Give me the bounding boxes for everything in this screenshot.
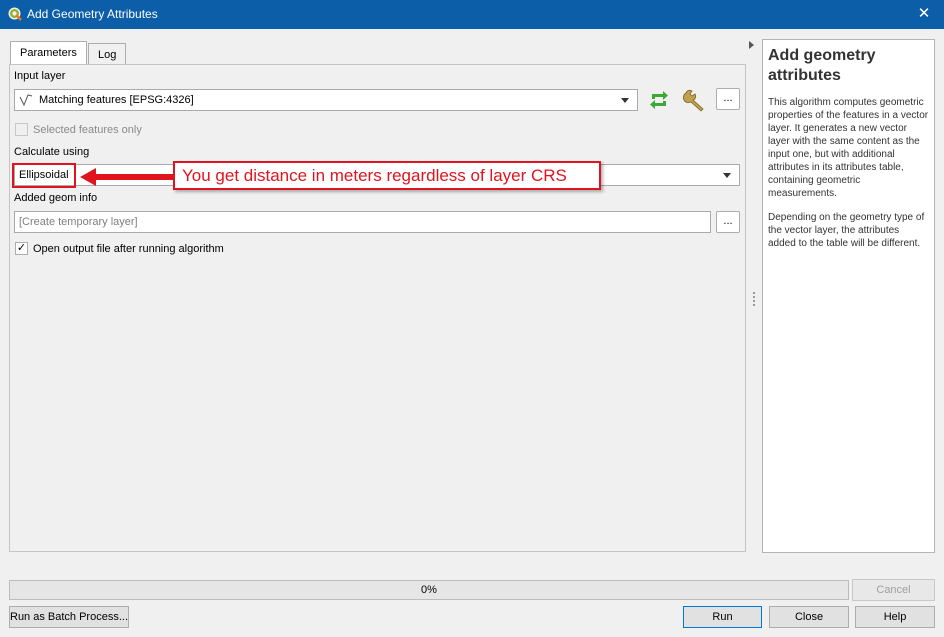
chevron-down-icon: [723, 173, 731, 178]
calculate-using-label: Calculate using: [14, 146, 90, 158]
help-title: Add geometry attributes: [768, 47, 876, 84]
input-layer-select[interactable]: Matching features [EPSG:4326]: [14, 89, 638, 111]
annotation-highlight-box: [12, 163, 76, 188]
open-output-checkbox[interactable]: ✓: [15, 242, 28, 255]
input-layer-options-button[interactable]: ...: [716, 88, 740, 110]
title-bar: Add Geometry Attributes ✕: [0, 0, 944, 29]
help-paragraph: Depending on the geometry type of the ve…: [768, 212, 925, 249]
selected-features-label: Selected features only: [33, 124, 142, 136]
window-title: Add Geometry Attributes: [27, 7, 158, 21]
splitter-handle[interactable]: [753, 292, 755, 306]
collapse-help-icon[interactable]: [749, 41, 754, 49]
open-output-label: Open output file after running algorithm: [33, 243, 224, 255]
help-paragraph: This algorithm computes geometric proper…: [768, 97, 929, 199]
annotation-arrow: [80, 168, 176, 186]
run-batch-button[interactable]: Run as Batch Process...: [9, 606, 129, 628]
help-button[interactable]: Help: [855, 606, 935, 628]
close-button[interactable]: Close: [769, 606, 849, 628]
tab-parameters[interactable]: Parameters: [10, 41, 87, 65]
progress-bar: 0%: [9, 580, 849, 600]
annotation-callout: You get distance in meters regardless of…: [173, 161, 601, 190]
output-layer-placeholder: [Create temporary layer]: [19, 216, 138, 228]
output-layer-input[interactable]: [Create temporary layer]: [14, 211, 711, 233]
added-geom-label: Added geom info: [14, 192, 98, 204]
refresh-icon[interactable]: [648, 90, 670, 110]
input-layer-value: Matching features [EPSG:4326]: [39, 94, 194, 106]
wrench-icon[interactable]: [683, 88, 709, 112]
input-layer-label: Input layer: [14, 70, 66, 82]
selected-features-checkbox[interactable]: [15, 123, 28, 136]
chevron-down-icon: [621, 98, 629, 103]
output-layer-options-button[interactable]: ...: [716, 211, 740, 233]
run-button[interactable]: Run: [683, 606, 762, 628]
tab-log[interactable]: Log: [88, 43, 127, 64]
close-window-icon[interactable]: ✕: [904, 0, 944, 29]
parameters-panel: [9, 64, 746, 552]
line-layer-icon: [19, 94, 33, 106]
cancel-button[interactable]: Cancel: [852, 579, 935, 601]
help-panel: Add geometry attributes This algorithm c…: [762, 39, 935, 553]
qgis-logo-icon: [8, 7, 22, 21]
